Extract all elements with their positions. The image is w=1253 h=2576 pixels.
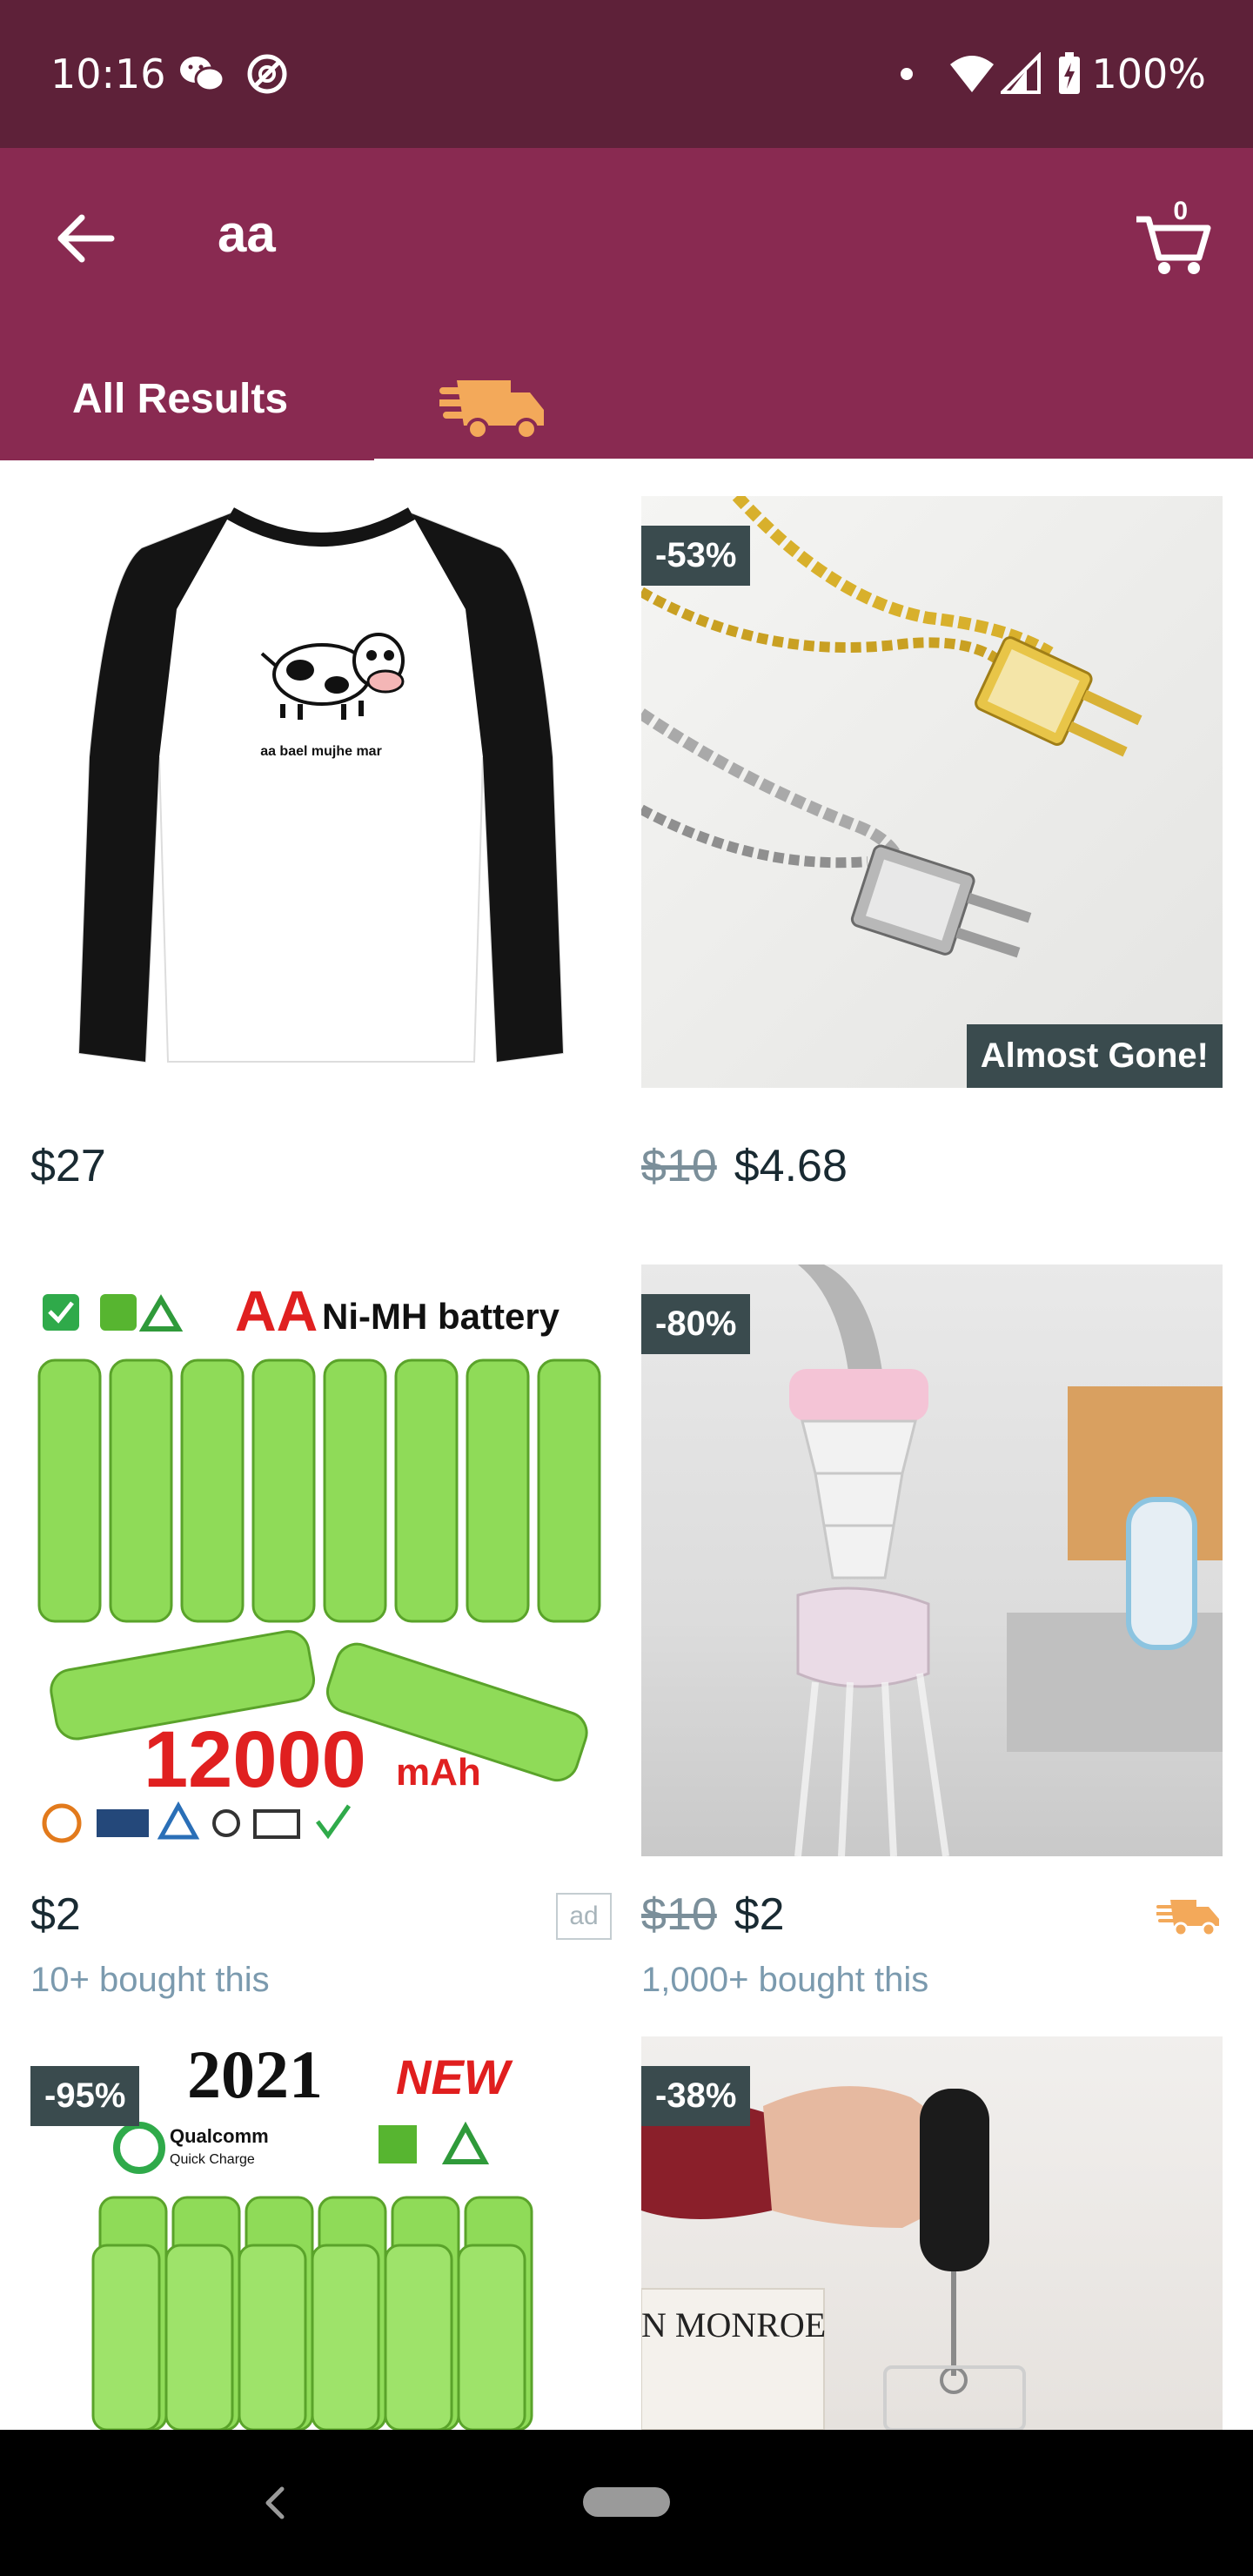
product-card[interactable]: -53% Almost Gone! $10 $4.68 bbox=[641, 496, 1223, 1279]
product-price: $27 bbox=[30, 1141, 106, 1191]
ad-label: ad bbox=[556, 1893, 612, 1940]
battery-icon bbox=[1059, 52, 1080, 94]
product-price-row: $10 $4.68 bbox=[641, 1140, 848, 1192]
book-spine-text: N MONROE bbox=[641, 2305, 826, 2345]
product-price: $2 bbox=[30, 1889, 81, 1940]
product-image: 2021 NEW Qualcomm Quick Charge -95% bbox=[30, 2036, 612, 2430]
tab-all-results[interactable]: All Results bbox=[0, 352, 374, 466]
search-query[interactable]: aa bbox=[218, 204, 276, 264]
product-price-row: $10 $2 bbox=[641, 1888, 785, 1941]
tab-divider bbox=[374, 459, 1253, 466]
active-tab-indicator bbox=[0, 460, 374, 466]
product-price: $4.68 bbox=[734, 1141, 848, 1191]
product-card[interactable]: -80% $10 $2 1,000+ bought this bbox=[641, 1265, 1223, 2004]
app-header: aa 0 All Results bbox=[0, 148, 1253, 466]
product-card[interactable]: 2021 NEW Qualcomm Quick Charge -95% bbox=[30, 2036, 612, 2437]
original-price: $10 bbox=[641, 1141, 717, 1191]
product-card[interactable]: aa bael mujhe mar $27 bbox=[30, 496, 612, 1279]
product-card[interactable]: N MONROE -38% bbox=[641, 2036, 1223, 2437]
battery-row bbox=[37, 1358, 601, 1623]
nav-home-pill[interactable] bbox=[583, 2487, 670, 2517]
signal-icon bbox=[1001, 52, 1041, 94]
fast-shipping-truck-icon[interactable] bbox=[439, 361, 553, 448]
battery-new: NEW bbox=[396, 2049, 513, 2104]
battery-unit: mAh bbox=[396, 1751, 481, 1794]
product-price: $2 bbox=[734, 1889, 785, 1940]
certification-logos bbox=[42, 1801, 352, 1843]
system-nav-bar bbox=[0, 2430, 1253, 2576]
product-price-row: $2 bbox=[30, 1888, 81, 1941]
shirt-image: aa bael mujhe mar bbox=[77, 507, 565, 1063]
product-image: -80% bbox=[641, 1265, 1223, 1856]
discount-badge: -80% bbox=[641, 1294, 751, 1354]
cart-count: 0 bbox=[1173, 197, 1188, 225]
discount-badge: -95% bbox=[30, 2066, 140, 2126]
tab-all-results-label: All Results bbox=[72, 376, 289, 422]
battery-year: 2021 bbox=[187, 2036, 323, 2112]
battery-title-aa: AA bbox=[235, 1278, 318, 1343]
status-bar: 10:16 100% bbox=[0, 0, 1253, 148]
status-time: 10:16 bbox=[50, 50, 166, 97]
battery-cells bbox=[91, 2196, 533, 2430]
qualcomm-brand: Qualcomm bbox=[170, 2125, 269, 2147]
fast-shipping-truck-icon bbox=[1156, 1900, 1219, 1937]
bought-count: 1,000+ bought this bbox=[641, 1961, 929, 1999]
battery-capacity: 12000 bbox=[144, 1715, 366, 1804]
almost-gone-badge: Almost Gone! bbox=[966, 1024, 1223, 1088]
cart-icon[interactable] bbox=[1133, 191, 1211, 278]
product-image: N MONROE -38% bbox=[641, 2036, 1223, 2430]
product-image: -53% Almost Gone! bbox=[641, 496, 1223, 1088]
product-image: AA Ni-MH battery 12000 mAh bbox=[30, 1265, 612, 1856]
product-card[interactable]: AA Ni-MH battery 12000 mAh $2 ad 10+ bou… bbox=[30, 1265, 612, 2004]
at-icon bbox=[247, 54, 287, 94]
bought-count: 10+ bought this bbox=[30, 1961, 270, 1999]
shirt-print-text: aa bael mujhe mar bbox=[260, 744, 382, 759]
wifi-icon bbox=[950, 56, 994, 92]
aa-battery-image: AA Ni-MH battery 12000 mAh bbox=[37, 1278, 601, 1843]
quick-charge-text: Quick Charge bbox=[170, 2152, 255, 2167]
nav-back-icon[interactable] bbox=[252, 2477, 296, 2529]
dot-icon bbox=[901, 68, 913, 80]
product-price-row: $27 bbox=[30, 1140, 106, 1192]
battery-percent: 100% bbox=[1091, 50, 1206, 97]
discount-badge: -53% bbox=[641, 526, 751, 586]
original-price: $10 bbox=[641, 1889, 717, 1940]
discount-badge: -38% bbox=[641, 2066, 751, 2126]
battery-title: Ni-MH battery bbox=[322, 1296, 560, 1337]
back-arrow-icon[interactable] bbox=[50, 204, 120, 273]
wechat-icon bbox=[180, 57, 225, 92]
product-image: aa bael mujhe mar bbox=[30, 496, 612, 1088]
